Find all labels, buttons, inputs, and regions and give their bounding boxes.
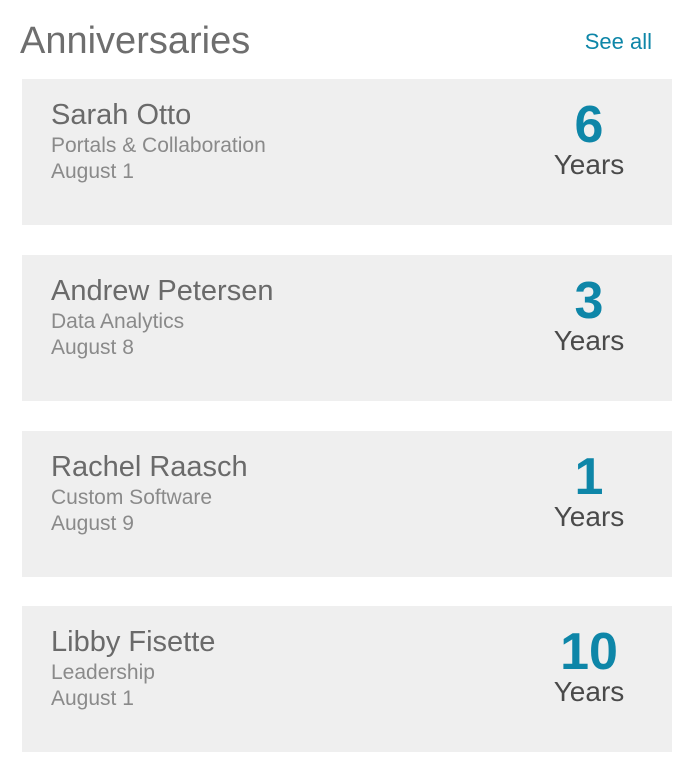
widget-title: Anniversaries	[20, 20, 251, 62]
anniversary-card[interactable]: Rachel Raasch Custom Software August 9 1…	[22, 431, 672, 577]
years-count: 3	[574, 272, 604, 330]
years-label: Years	[553, 501, 625, 532]
employee-info: Sarah Otto Portals & Collaboration Augus…	[51, 97, 266, 185]
employee-name: Sarah Otto	[51, 99, 192, 131]
employee-department: Leadership	[51, 661, 155, 684]
anniversary-date: August 1	[51, 687, 134, 710]
years-count: 1	[574, 448, 604, 506]
years-of-service: 1 Years	[534, 447, 644, 533]
employee-department: Custom Software	[51, 486, 213, 509]
years-label: Years	[553, 325, 625, 356]
employee-department: Data Analytics	[51, 310, 185, 333]
anniversary-date: August 8	[51, 336, 134, 359]
anniversary-card[interactable]: Andrew Petersen Data Analytics August 8 …	[22, 255, 672, 401]
employee-name: Libby Fisette	[51, 626, 216, 658]
employee-name: Rachel Raasch	[51, 451, 248, 483]
anniversaries-widget: Anniversaries See all Sarah Otto Portals…	[0, 0, 688, 769]
anniversary-card[interactable]: Sarah Otto Portals & Collaboration Augus…	[22, 79, 672, 225]
employee-info: Libby Fisette Leadership August 1	[51, 624, 215, 712]
years-count: 10	[560, 623, 618, 681]
widget-header: Anniversaries See all	[20, 16, 652, 66]
years-count: 6	[574, 96, 604, 154]
anniversary-card[interactable]: Libby Fisette Leadership August 1 10 Yea…	[22, 606, 672, 752]
employee-info: Andrew Petersen Data Analytics August 8	[51, 273, 273, 361]
employee-department: Portals & Collaboration	[51, 134, 266, 157]
employee-info: Rachel Raasch Custom Software August 9	[51, 449, 248, 537]
years-label: Years	[553, 149, 625, 180]
years-of-service: 10 Years	[534, 622, 644, 708]
years-of-service: 6 Years	[534, 95, 644, 181]
see-all-link[interactable]: See all	[585, 28, 652, 56]
years-of-service: 3 Years	[534, 271, 644, 357]
employee-name: Andrew Petersen	[51, 275, 274, 307]
anniversary-date: August 1	[51, 160, 134, 183]
anniversary-date: August 9	[51, 512, 134, 535]
years-label: Years	[553, 676, 625, 707]
